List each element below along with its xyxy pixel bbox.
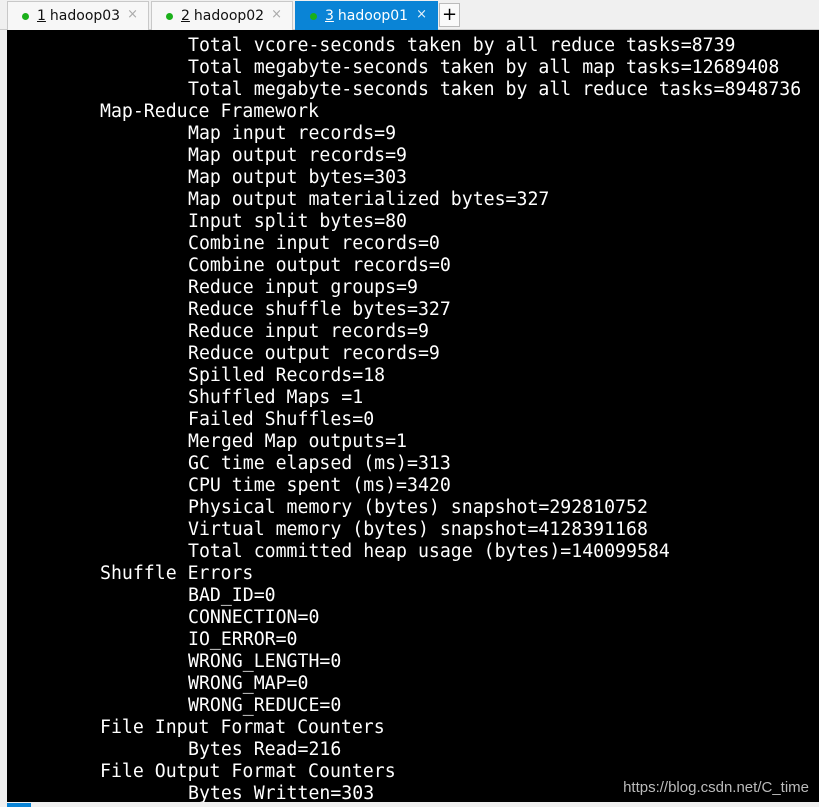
terminal-line: Map-Reduce Framework — [100, 101, 319, 122]
terminal-line: Shuffled Maps =1 — [188, 387, 364, 408]
terminal-line: File Input Format Counters — [100, 717, 385, 738]
status-strip — [0, 802, 819, 807]
tab-label: hadoop03 — [49, 8, 121, 24]
terminal-line: Shuffle Errors — [100, 563, 254, 584]
terminal-line: Combine input records=0 — [188, 233, 440, 254]
tab-number: 3 — [325, 8, 334, 24]
terminal-line: CPU time spent (ms)=3420 — [188, 475, 451, 496]
terminal-line: Reduce input records=9 — [188, 321, 429, 342]
scroll-indicator — [7, 803, 31, 807]
tab-number: 2 — [181, 8, 190, 24]
terminal-line: Merged Map outputs=1 — [188, 431, 407, 452]
connected-status-icon — [166, 12, 173, 20]
terminal-line: Failed Shuffles=0 — [188, 409, 375, 430]
terminal-line: Input split bytes=80 — [188, 211, 407, 232]
terminal-line: Reduce input groups=9 — [188, 277, 418, 298]
terminal-line: Total megabyte-seconds taken by all redu… — [188, 79, 802, 100]
terminal-line: Total megabyte-seconds taken by all map … — [188, 57, 780, 78]
terminal-line: Physical memory (bytes) snapshot=2928107… — [188, 497, 648, 518]
terminal-line: Spilled Records=18 — [188, 365, 386, 386]
terminal-line: GC time elapsed (ms)=313 — [188, 453, 451, 474]
terminal-line: WRONG_MAP=0 — [188, 673, 309, 694]
terminal-line: WRONG_LENGTH=0 — [188, 651, 342, 672]
watermark: https://blog.csdn.net/C_time — [623, 779, 809, 796]
terminal-line: CONNECTION=0 — [188, 607, 320, 628]
tab-bar: 1 hadoop03 × 2 hadoop02 × 3 hadoop01 × + — [0, 0, 819, 30]
terminal-lines: Total vcore-seconds taken by all reduce … — [7, 35, 801, 805]
tab-label: hadoop02 — [193, 8, 265, 24]
close-icon[interactable]: × — [416, 7, 427, 22]
tab-hadoop01[interactable]: 3 hadoop01 × — [295, 1, 438, 30]
terminal-line: Combine output records=0 — [188, 255, 451, 276]
terminal-line: Total committed heap usage (bytes)=14009… — [188, 541, 670, 562]
tab-hadoop02[interactable]: 2 hadoop02 × — [151, 1, 293, 30]
terminal-line: IO_ERROR=0 — [188, 629, 298, 650]
terminal-line: Bytes Read=216 — [188, 739, 342, 760]
terminal-line: Total vcore-seconds taken by all reduce … — [188, 35, 736, 56]
connected-status-icon — [310, 12, 317, 20]
add-tab-button[interactable]: + — [439, 3, 460, 27]
close-icon[interactable]: × — [271, 7, 282, 22]
tab-hadoop03[interactable]: 1 hadoop03 × — [7, 1, 149, 30]
terminal-line: Map output records=9 — [188, 145, 407, 166]
terminal-line: BAD_ID=0 — [188, 585, 276, 606]
terminal-output[interactable]: Total vcore-seconds taken by all reduce … — [7, 30, 819, 805]
terminal-line: WRONG_REDUCE=0 — [188, 695, 342, 716]
terminal-line: Map output materialized bytes=327 — [188, 189, 550, 210]
close-icon[interactable]: × — [127, 7, 138, 22]
tab-number: 1 — [37, 8, 46, 24]
terminal-line: Reduce output records=9 — [188, 343, 440, 364]
terminal-line: Reduce shuffle bytes=327 — [188, 299, 451, 320]
terminal-line: Virtual memory (bytes) snapshot=41283911… — [188, 519, 648, 540]
terminal-line: Map input records=9 — [188, 123, 397, 144]
terminal-line: Map output bytes=303 — [188, 167, 407, 188]
tab-label: hadoop01 — [337, 8, 409, 24]
connected-status-icon — [22, 12, 29, 20]
